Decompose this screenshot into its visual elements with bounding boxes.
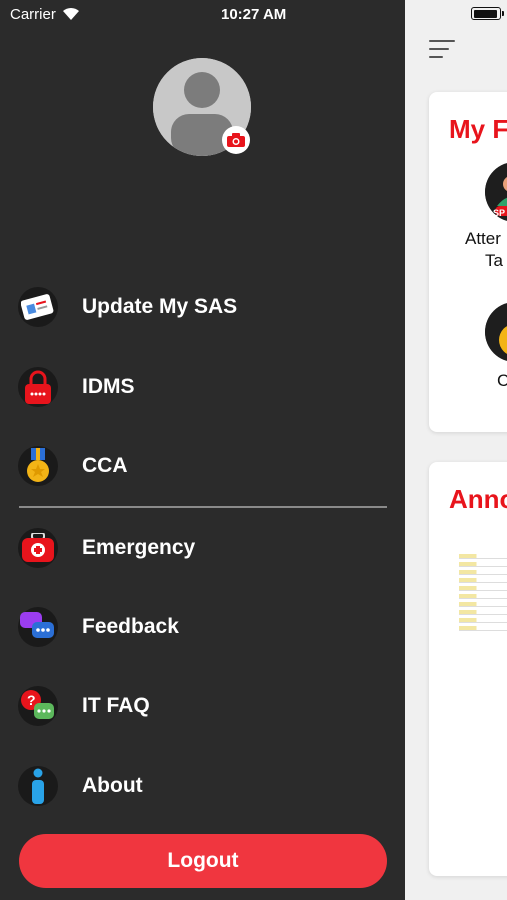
menu-item-label: IT FAQ [82,694,150,717]
my-functions-card: My F SP Atter Ta C [429,92,507,432]
medal-icon [18,446,58,486]
menu-item-label: Emergency [82,536,196,559]
attendance-badge: SP [493,208,506,218]
menu-item-label: Update My SAS [82,295,238,318]
menu-item-emergency[interactable]: Emergency [0,518,405,578]
wifi-icon [63,7,79,20]
menu-item-cca[interactable]: CCA [0,436,405,496]
navigation-drawer: Carrier 10:27 AM Update My SAS IDMS CCA … [0,0,405,900]
carrier-label: Carrier [10,6,56,23]
status-bar: Carrier 10:27 AM [0,0,405,30]
my-functions-title: My F [449,114,507,144]
menu-item-it-faq[interactable]: ? IT FAQ [0,676,405,736]
function-1-label-line2: Ta [485,251,503,270]
menu-toggle-button[interactable] [429,40,455,62]
svg-text:?: ? [27,692,36,708]
announcements-card: Anno [429,462,507,876]
menu-divider [19,506,387,508]
menu-item-update-my-sas[interactable]: Update My SAS [0,277,405,337]
chat-bubbles-icon [18,607,58,647]
logout-button[interactable]: Logout [19,834,387,888]
function-1-label-line1: Atter [465,229,501,248]
menu-item-about[interactable]: About [0,756,405,816]
cca-medal-icon[interactable] [485,302,507,362]
camera-icon[interactable] [222,126,250,154]
menu-item-label: Feedback [82,615,179,638]
id-card-icon [18,287,58,327]
question-chat-icon: ? [18,686,58,726]
menu-item-label: IDMS [82,375,135,398]
info-icon [18,766,58,806]
function-2-label: C [497,371,507,390]
clock: 10:27 AM [221,6,287,23]
menu-item-label: About [82,774,143,797]
battery-icon [471,7,504,20]
menu-item-label: CCA [82,454,128,477]
menu-item-idms[interactable]: IDMS [0,357,405,417]
announcement-document-thumbnail[interactable] [459,554,507,644]
menu-item-feedback[interactable]: Feedback [0,597,405,657]
lock-icon [18,367,58,407]
first-aid-kit-icon [18,528,58,568]
announcements-title: Anno [449,484,507,514]
main-content: My F SP Atter Ta C Anno [405,0,507,900]
